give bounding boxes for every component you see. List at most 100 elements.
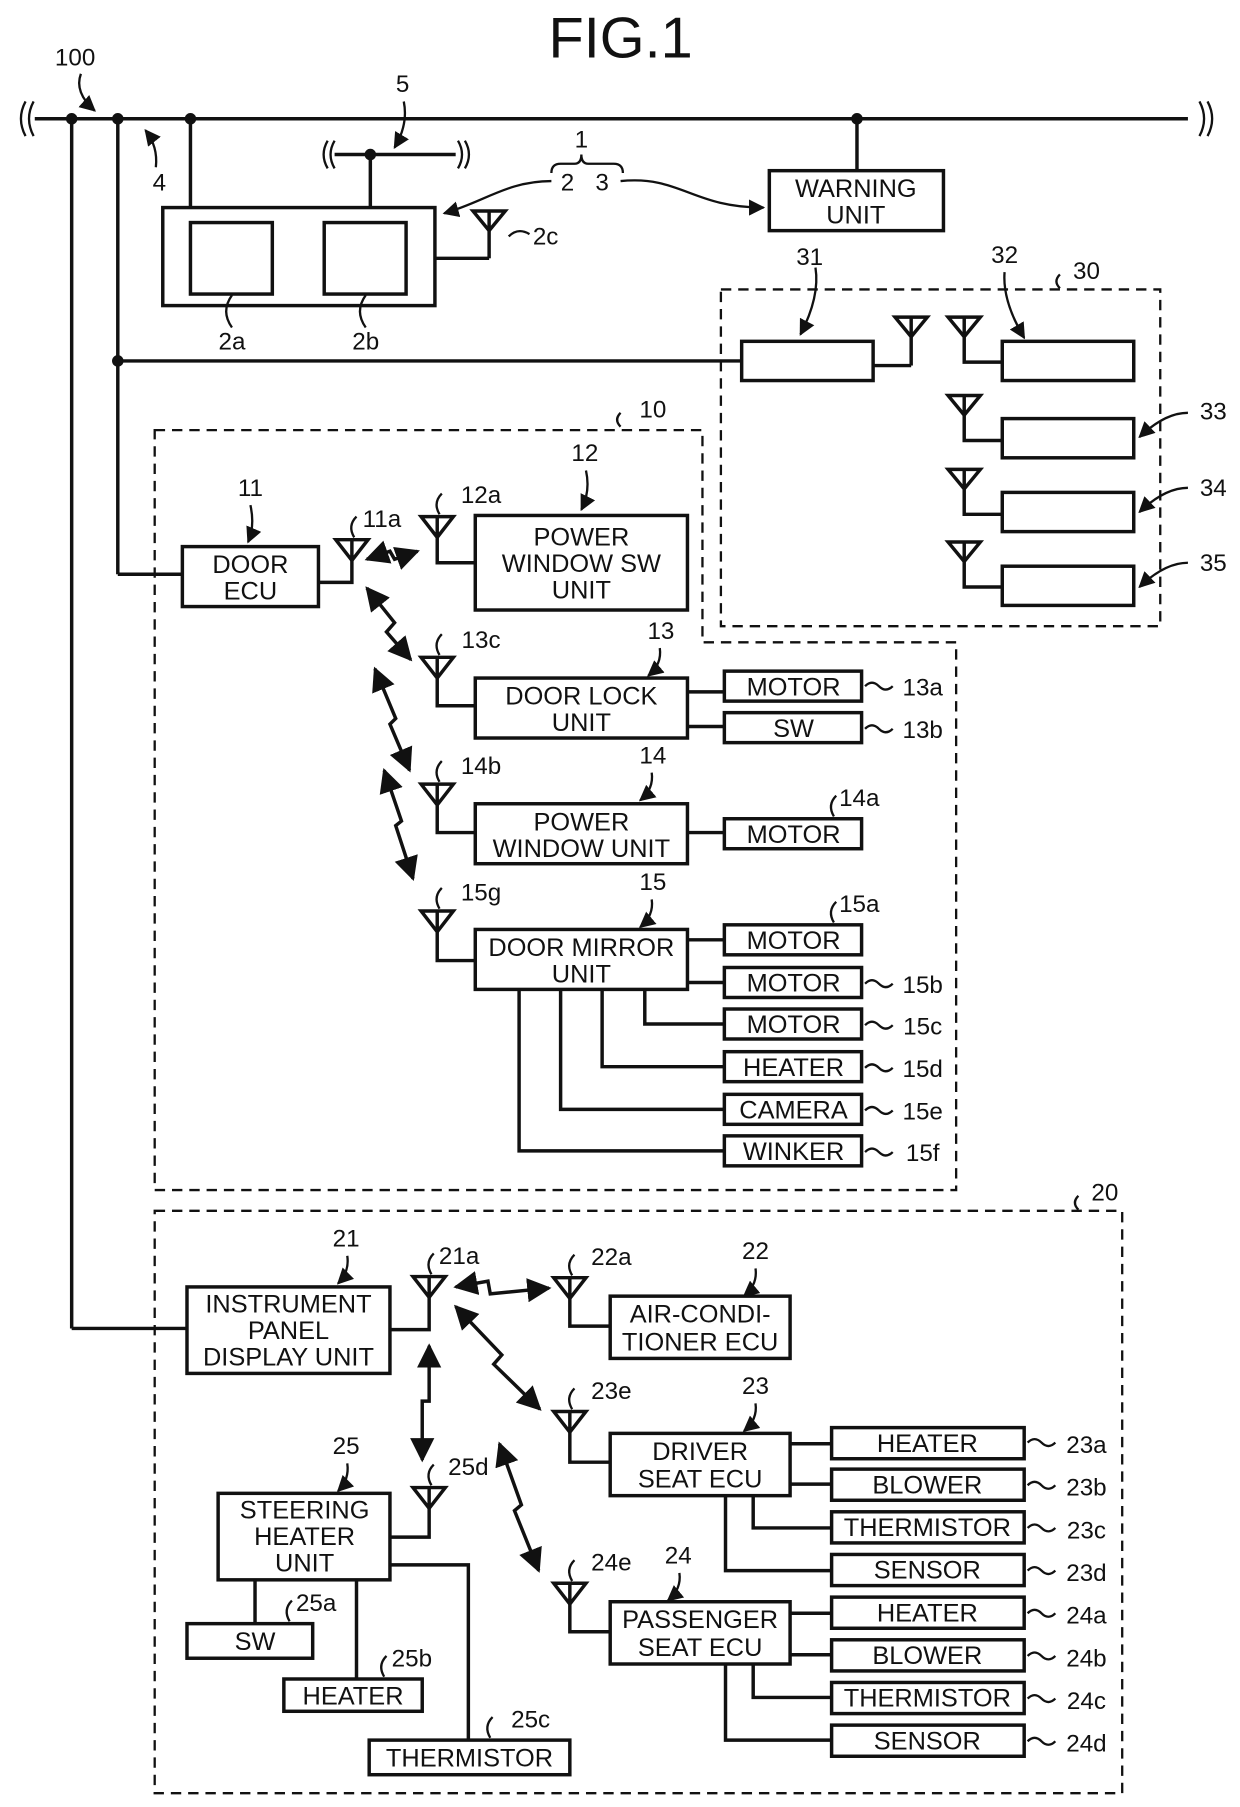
sub-bus <box>322 140 471 208</box>
wireless-link-icon <box>454 1304 542 1411</box>
ac-line-1: AIR-CONDI- <box>630 1301 771 1329</box>
ref-13a: 13a <box>903 674 944 701</box>
steering-sw-label: SW <box>235 1628 276 1656</box>
ref-24e: 24e <box>591 1550 631 1577</box>
ref-14b: 14b <box>461 753 501 780</box>
antenna-2c-icon <box>469 209 509 234</box>
mirror-child-label: MOTOR <box>747 970 841 998</box>
ref-30: 30 <box>1073 258 1100 285</box>
mirror-child-label: MOTOR <box>747 1011 841 1039</box>
block-32 <box>1000 339 1136 383</box>
ref-5-pointer <box>393 101 409 149</box>
ref-13c: 13c <box>462 627 501 654</box>
antenna-21a-icon <box>409 1274 449 1301</box>
ref-34: 34 <box>1200 475 1227 502</box>
power-window-line-1: POWER <box>533 808 629 836</box>
ref-23a: 23a <box>1066 1432 1107 1459</box>
antenna-14b-icon <box>417 782 457 808</box>
ref-100-pointer <box>78 73 96 112</box>
passenger-child-label: THERMISTOR <box>844 1685 1011 1713</box>
block-34 <box>1000 490 1136 534</box>
pw-sw-line-1: POWER <box>533 523 629 551</box>
ref-100: 100 <box>55 45 95 72</box>
warning-unit-line-2: UNIT <box>826 202 885 230</box>
door-ecu-line-2: ECU <box>224 578 278 606</box>
ref-5: 5 <box>396 71 409 98</box>
block-2a <box>188 220 275 296</box>
driver-child-label: SENSOR <box>874 1557 981 1585</box>
mirror-child-label: MOTOR <box>747 927 841 955</box>
ref-23e: 23e <box>591 1378 631 1405</box>
passenger-child-label: SENSOR <box>874 1727 981 1755</box>
block-31 <box>739 339 875 383</box>
figure-title: FIG.1 <box>549 7 693 71</box>
ref-24c: 24c <box>1067 1688 1106 1715</box>
block-35 <box>1000 564 1136 608</box>
antenna-33-icon <box>944 393 985 418</box>
region-10: 10 DOOR ECU 11 11a POWER WINDOW SW UNIT … <box>153 396 958 1192</box>
ref-15c: 15c <box>903 1013 942 1040</box>
antenna-23e-icon <box>550 1409 590 1436</box>
mirror-child-label: CAMERA <box>739 1097 848 1125</box>
ref-15f: 15f <box>906 1140 940 1167</box>
door-mirror-line-1: DOOR MIRROR <box>488 934 674 962</box>
driver-child-label: THERMISTOR <box>844 1514 1011 1542</box>
ref-22a: 22a <box>591 1244 632 1271</box>
wireless-link-icon <box>410 1343 442 1463</box>
ref-2c: 2c <box>533 223 559 250</box>
wireless-link-icon <box>379 768 418 882</box>
ref-11: 11 <box>238 475 263 502</box>
ref-15g: 15g <box>461 880 501 907</box>
door-mirror-line-2: UNIT <box>552 960 611 988</box>
steering-line-2: HEATER <box>254 1523 355 1551</box>
ref-31: 31 <box>796 244 823 271</box>
ref-24d: 24d <box>1066 1731 1106 1758</box>
ac-line-2: TIONER ECU <box>622 1328 778 1356</box>
ref-12a: 12a <box>461 482 502 509</box>
region-30: 30 31 32 33 34 35 <box>719 242 1227 628</box>
power-window-motor-label: MOTOR <box>747 821 841 849</box>
antenna-35-icon <box>944 540 985 565</box>
steering-line-3: UNIT <box>275 1550 334 1578</box>
antenna-22a-icon <box>550 1275 590 1302</box>
driver-seat-line-2: SEAT ECU <box>638 1466 762 1494</box>
device-2 <box>161 205 509 329</box>
mirror-child-label: WINKER <box>743 1138 844 1166</box>
steering-heater-label: HEATER <box>303 1682 404 1710</box>
wireless-link-icon <box>364 540 420 570</box>
ref-33: 33 <box>1200 399 1227 426</box>
ref-25b: 25b <box>392 1645 432 1672</box>
passenger-child-label: BLOWER <box>872 1642 982 1670</box>
ref-15e: 15e <box>903 1099 943 1126</box>
passenger-child-label: HEATER <box>877 1599 978 1627</box>
ref-25a: 25a <box>296 1590 337 1617</box>
ref-11a: 11a <box>363 506 402 533</box>
ref-15b: 15b <box>903 972 943 999</box>
steering-thermistor-label: THERMISTOR <box>386 1745 553 1773</box>
ref-15a: 15a <box>839 891 880 918</box>
block-diagram: FIG.1 100 4 5 2a 2b 2c 1 2 3 WARNING UNI… <box>19 7 1227 1795</box>
passenger-seat-line-2: SEAT ECU <box>638 1634 762 1662</box>
ref-15d: 15d <box>903 1056 943 1083</box>
pw-sw-line-3: UNIT <box>552 576 611 604</box>
ref-32: 32 <box>991 242 1018 269</box>
ref-14a: 14a <box>839 785 880 812</box>
region-20: 20 INSTRUMENT PANEL DISPLAY UNIT 21 21a … <box>153 1179 1124 1795</box>
ref-23c: 23c <box>1067 1517 1106 1544</box>
wireless-link-icon <box>495 1441 542 1573</box>
ref-2a: 2a <box>219 328 246 355</box>
block-33 <box>1000 416 1136 460</box>
antenna-34-icon <box>944 467 985 492</box>
ref-23d: 23d <box>1066 1560 1106 1587</box>
ref-21a: 21a <box>439 1243 480 1270</box>
ref-23: 23 <box>742 1373 769 1400</box>
wireless-link-icon <box>365 586 413 662</box>
ref-23b: 23b <box>1066 1475 1106 1502</box>
ref-24b: 24b <box>1066 1645 1106 1672</box>
antenna-11a-icon <box>332 537 372 564</box>
ip-line-3: DISPLAY UNIT <box>203 1343 374 1371</box>
door-lock-sw-label: SW <box>773 715 814 743</box>
warning-unit-line-1: WARNING <box>795 175 917 203</box>
ref-25d: 25d <box>448 1454 488 1481</box>
antenna-25d-icon <box>409 1485 449 1512</box>
